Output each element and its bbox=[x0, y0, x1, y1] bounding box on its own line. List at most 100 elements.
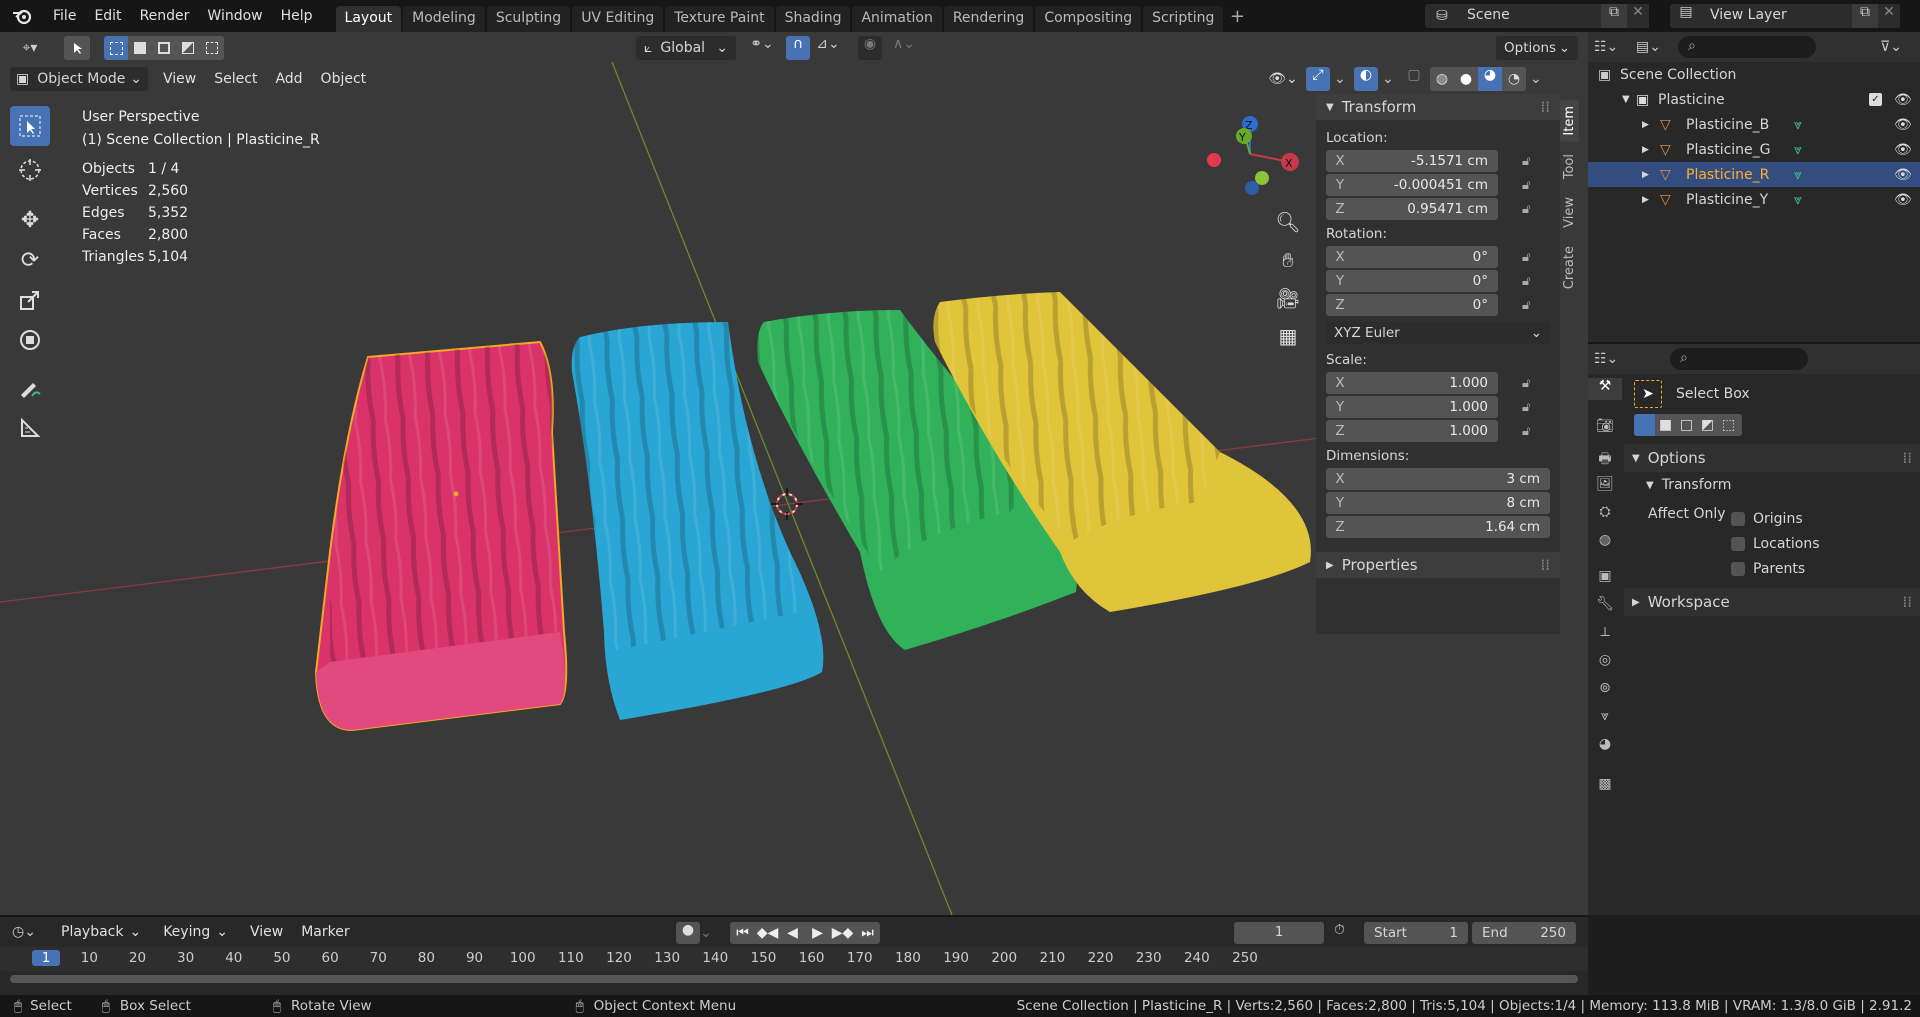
viewport-menu-add[interactable]: Add bbox=[266, 71, 311, 87]
properties-search-input[interactable]: ⌕ bbox=[1670, 348, 1808, 370]
select-subtract-icon[interactable] bbox=[152, 36, 176, 60]
tab-layout[interactable]: Layout bbox=[335, 6, 402, 32]
next-keyframe-icon[interactable]: ▶◆ bbox=[830, 925, 855, 941]
rotation-y-field[interactable]: Y 0° bbox=[1326, 270, 1498, 292]
lock-icon[interactable]: 🔓︎ bbox=[1522, 250, 1530, 265]
rotation-mode-dropdown[interactable]: XYZ Euler ⌄ bbox=[1326, 322, 1550, 344]
display-mode-icon[interactable]: ▤⌄ bbox=[1636, 39, 1672, 55]
visibility-eye-icon[interactable]: 👁︎ bbox=[1894, 192, 1920, 208]
gizmo-toggle-icon[interactable]: ⤢ bbox=[1306, 67, 1330, 91]
select-extend-icon[interactable] bbox=[128, 36, 152, 60]
rotation-z-field[interactable]: Z 0° bbox=[1326, 294, 1498, 316]
visibility-eye-icon[interactable]: 👁︎ bbox=[1894, 117, 1920, 133]
collapse-arrow-icon[interactable]: ▼ bbox=[1622, 94, 1636, 105]
view-layer-properties-icon[interactable]: 🖼︎ bbox=[1588, 476, 1622, 498]
select-new-icon[interactable] bbox=[104, 36, 128, 60]
outliner-search-input[interactable]: ⌕ bbox=[1678, 36, 1816, 58]
tab-texture-paint[interactable]: Texture Paint bbox=[665, 6, 774, 32]
add-workspace-button[interactable]: + bbox=[1225, 6, 1249, 27]
visibility-eye-icon[interactable]: 👁︎ bbox=[1894, 92, 1920, 108]
sidebar-tab-tool[interactable]: Tool bbox=[1560, 148, 1579, 185]
exclude-checkbox[interactable]: ✓ bbox=[1869, 93, 1882, 106]
drag-handle-icon[interactable]: ⁞⁞ bbox=[1902, 449, 1912, 467]
texture-properties-icon[interactable]: ▩ bbox=[1588, 776, 1622, 798]
sidebar-tab-create[interactable]: Create bbox=[1560, 240, 1579, 295]
drag-handle-icon[interactable]: ⁞⁞ bbox=[1902, 593, 1912, 611]
outliner-row-plasticine-r[interactable]: ▶ ▽ Plasticine_R ⩔ 👁︎ bbox=[1588, 162, 1920, 187]
sidebar-tab-item[interactable]: Item bbox=[1560, 100, 1579, 142]
material-properties-icon[interactable]: ◕ bbox=[1588, 736, 1622, 758]
measure-tool-icon[interactable] bbox=[10, 408, 50, 448]
select-box-tool-icon[interactable] bbox=[10, 106, 50, 146]
outliner-row-plasticine-g[interactable]: ▶ ▽ Plasticine_G ⩔ 👁︎ bbox=[1588, 137, 1920, 162]
lock-icon[interactable]: 🔓︎ bbox=[1522, 178, 1530, 193]
tab-uv-editing[interactable]: UV Editing bbox=[572, 6, 664, 32]
properties-panel-header[interactable]: ▶ Properties ⁞⁞ bbox=[1316, 552, 1560, 578]
scene-properties-icon[interactable]: ⛭ bbox=[1588, 504, 1622, 526]
object-name[interactable]: Plasticine_B bbox=[1686, 117, 1794, 133]
pan-hand-icon[interactable]: ✋︎ bbox=[1272, 248, 1304, 286]
menu-edit[interactable]: Edit bbox=[85, 8, 130, 24]
outliner-row-plasticine-b[interactable]: ▶ ▽ Plasticine_B ⩔ 👁︎ bbox=[1588, 112, 1920, 137]
start-frame-field[interactable]: Start 1 bbox=[1364, 922, 1468, 944]
outliner-editor-type-icon[interactable]: ☷⌄ bbox=[1594, 39, 1630, 55]
lock-icon[interactable]: 🔓︎ bbox=[1522, 400, 1530, 415]
scale-x-field[interactable]: X 1.000 bbox=[1326, 372, 1498, 394]
use-preview-range-icon[interactable]: ⏱ bbox=[1334, 922, 1354, 938]
object-data-properties-icon[interactable]: ⩔ bbox=[1588, 708, 1622, 730]
expand-arrow-icon[interactable]: ▶ bbox=[1642, 145, 1660, 155]
frame-ruler[interactable]: 1 10 20 30 40 50 60 70 80 90 100 110 120 130 140 150 160… bbox=[0, 947, 1588, 971]
scene-icon[interactable]: ⛁ bbox=[1425, 4, 1459, 28]
lock-icon[interactable]: 🔓︎ bbox=[1522, 154, 1530, 169]
dimensions-x-field[interactable]: X 3 cm bbox=[1326, 468, 1550, 490]
falloff-dropdown[interactable]: ∧⌄ bbox=[888, 36, 920, 60]
expand-arrow-icon[interactable]: ▶ bbox=[1642, 195, 1660, 205]
checkbox-origins[interactable]: Origins bbox=[1731, 506, 1820, 531]
menu-help[interactable]: Help bbox=[272, 8, 322, 24]
transform-panel-header[interactable]: ▼ Transform ⁞⁞ bbox=[1316, 94, 1560, 120]
delete-scene-icon[interactable]: ✕ bbox=[1627, 4, 1649, 28]
viewport-menu-select[interactable]: Select bbox=[205, 71, 266, 87]
blender-logo-icon[interactable] bbox=[0, 7, 44, 25]
checkbox-parents[interactable]: Parents bbox=[1731, 556, 1820, 581]
transform-tool-icon[interactable] bbox=[10, 320, 50, 360]
snap-toggle-icon[interactable]: ∩ bbox=[786, 36, 810, 60]
object-mode-dropdown[interactable]: ▣ Object Mode ⌄ bbox=[10, 67, 148, 91]
timeline-menu-playback[interactable]: Playback ⌄ bbox=[52, 924, 150, 940]
tab-shading[interactable]: Shading bbox=[775, 6, 851, 32]
expand-arrow-icon[interactable]: ▶ bbox=[1642, 120, 1660, 130]
ortho-toggle-icon[interactable]: ▦ bbox=[1272, 324, 1304, 362]
visibility-eye-icon[interactable]: 👁︎ bbox=[1894, 142, 1920, 158]
scale-tool-icon[interactable] bbox=[10, 280, 50, 320]
collection-label[interactable]: Plasticine bbox=[1658, 92, 1725, 108]
gizmo-dropdown[interactable]: ⌄ bbox=[1334, 71, 1350, 87]
mesh-data-icon[interactable]: ⩔ bbox=[1794, 192, 1834, 208]
workspace-panel-header[interactable]: ▶ Workspace ⁞⁞ bbox=[1624, 588, 1920, 616]
view-layer-field[interactable]: View Layer bbox=[1702, 4, 1852, 28]
object-name[interactable]: Plasticine_Y bbox=[1686, 192, 1794, 208]
menu-window[interactable]: Window bbox=[198, 8, 271, 24]
tab-rendering[interactable]: Rendering bbox=[943, 6, 1034, 32]
overlay-dropdown[interactable]: ⌄ bbox=[1382, 71, 1398, 87]
record-keyframe-icon[interactable]: ● bbox=[676, 922, 700, 944]
lock-icon[interactable]: 🔓︎ bbox=[1522, 298, 1530, 313]
select-intersect-icon[interactable] bbox=[200, 36, 224, 60]
mesh-data-icon[interactable]: ⩔ bbox=[1794, 142, 1834, 158]
mesh-data-icon[interactable]: ⩔ bbox=[1794, 167, 1834, 183]
properties-editor-type-icon[interactable]: ☷⌄ bbox=[1594, 351, 1630, 367]
drag-handle-icon[interactable]: ⁞⁞ bbox=[1540, 98, 1550, 116]
menu-render[interactable]: Render bbox=[131, 8, 199, 24]
select-invert-icon[interactable]: ◩ bbox=[1697, 417, 1718, 433]
wireframe-shading-icon[interactable]: ◍ bbox=[1430, 71, 1454, 87]
dimensions-z-field[interactable]: Z 1.64 cm bbox=[1326, 516, 1550, 538]
tab-compositing[interactable]: Compositing bbox=[1035, 6, 1142, 32]
move-tool-icon[interactable]: ✥ bbox=[10, 200, 50, 240]
rotation-x-field[interactable]: X 0° bbox=[1326, 246, 1498, 268]
object-name[interactable]: Plasticine_R bbox=[1686, 167, 1794, 183]
tab-modeling[interactable]: Modeling bbox=[403, 6, 485, 32]
options-panel-header[interactable]: ▼ Options ⁞⁞ bbox=[1624, 444, 1920, 472]
select-subtract-icon[interactable]: □ bbox=[1676, 417, 1697, 433]
scale-y-field[interactable]: Y 1.000 bbox=[1326, 396, 1498, 418]
xray-toggle-icon[interactable]: ▢ bbox=[1402, 67, 1426, 91]
view-layer-icon[interactable]: ▤ bbox=[1670, 4, 1702, 28]
